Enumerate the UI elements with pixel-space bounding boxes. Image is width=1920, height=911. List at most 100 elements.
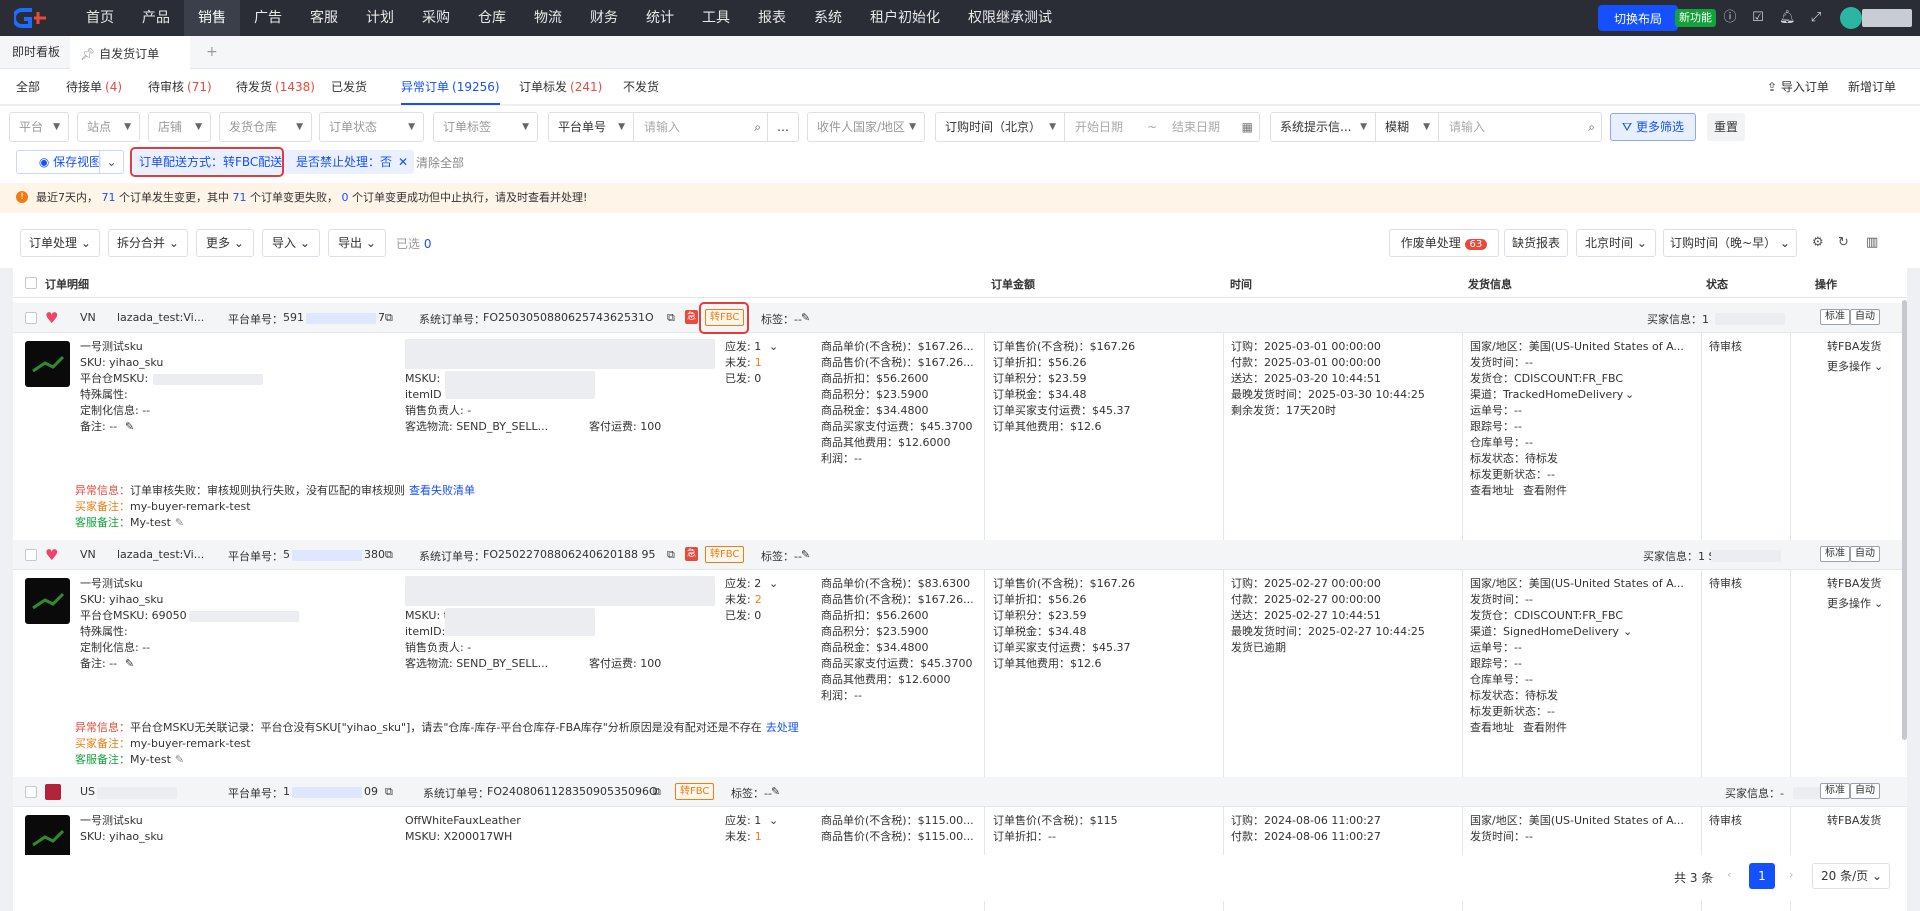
- status-tab-5[interactable]: 异常订单 (19256): [401, 69, 500, 105]
- copy-icon[interactable]: ⧉: [385, 785, 393, 799]
- mark-button[interactable]: 标准: [1820, 309, 1850, 325]
- user-name[interactable]: [1862, 9, 1912, 27]
- product-image[interactable]: [25, 578, 70, 624]
- avatar[interactable]: [1840, 7, 1862, 29]
- save-view-button[interactable]: ◉ 保存视图 ⌄: [16, 150, 124, 174]
- warehouse-select[interactable]: 发货仓库 ▼: [219, 112, 312, 142]
- more-actions-link[interactable]: 更多操作 ⌄: [1827, 359, 1883, 375]
- mark-button[interactable]: 标准: [1820, 783, 1850, 799]
- chevron-down-icon[interactable]: ⌄: [769, 576, 778, 592]
- edit-icon[interactable]: ✎: [771, 785, 780, 798]
- fba-ship-link[interactable]: 转FBA发货: [1827, 339, 1881, 355]
- more-options-button[interactable]: …: [767, 112, 799, 142]
- more-actions-link[interactable]: 更多操作 ⌄: [1827, 596, 1883, 612]
- copy-icon[interactable]: ⧉: [385, 311, 393, 325]
- status-tab-1[interactable]: 待接单 (4): [66, 69, 122, 105]
- order-tag-select[interactable]: 订单标签 ▼: [433, 112, 538, 142]
- nav-item-4[interactable]: 客服: [296, 0, 352, 36]
- nav-item-15[interactable]: 权限继承测试: [954, 0, 1066, 36]
- status-tab-0[interactable]: 全部: [16, 69, 43, 105]
- view-attachment-link[interactable]: 查看附件: [1523, 720, 1567, 736]
- error-link[interactable]: 去处理: [766, 721, 799, 734]
- tab-dashboard[interactable]: 即时看板: [2, 36, 70, 69]
- mark-button[interactable]: 标准: [1820, 546, 1850, 562]
- end-date[interactable]: 结束日期: [1172, 113, 1220, 141]
- prev-page-icon[interactable]: ‹: [1727, 868, 1731, 881]
- chevron-down-icon[interactable]: ⌄: [769, 813, 778, 829]
- view-address-link[interactable]: 查看地址: [1470, 483, 1514, 499]
- nav-item-14[interactable]: 租户初始化: [856, 0, 954, 36]
- task-icon[interactable]: ☑: [1750, 10, 1766, 26]
- auto-button[interactable]: 自动: [1850, 546, 1880, 562]
- search-icon[interactable]: ⌕: [754, 113, 761, 141]
- new-order-button[interactable]: 新增订单: [1848, 69, 1896, 105]
- error-link[interactable]: 查看失败清单: [409, 484, 475, 497]
- more-filter-button[interactable]: ⛛ 更多筛选: [1610, 113, 1696, 141]
- copy-icon[interactable]: ⧉: [667, 311, 675, 325]
- auto-button[interactable]: 自动: [1850, 783, 1880, 799]
- tab-self-ship-orders[interactable]: 📌︎ 自发货订单: [70, 36, 190, 69]
- nav-item-12[interactable]: 报表: [744, 0, 800, 36]
- site-select[interactable]: 站点 ▼: [77, 112, 140, 142]
- keyword-input[interactable]: 请输入 ⌕: [1438, 112, 1602, 142]
- fuzzy-select[interactable]: 模糊 ▼: [1375, 112, 1439, 142]
- nav-item-3[interactable]: 广告: [240, 0, 296, 36]
- clear-all-link[interactable]: 清除全部: [416, 154, 464, 171]
- reset-button[interactable]: 重置: [1707, 113, 1745, 141]
- nav-item-7[interactable]: 仓库: [464, 0, 520, 36]
- alert-count-failed[interactable]: 71: [233, 191, 247, 204]
- close-icon[interactable]: ✕: [398, 150, 408, 174]
- status-tab-6[interactable]: 订单标发 (241): [519, 69, 602, 105]
- auto-button[interactable]: 自动: [1850, 309, 1880, 325]
- info-icon[interactable]: ⓘ: [1722, 10, 1738, 26]
- timezone-select[interactable]: 北京时间 ⌄: [1576, 229, 1656, 257]
- alert-count-aborted[interactable]: 0: [342, 191, 349, 204]
- platform-no-input[interactable]: 请输入 ⌕: [633, 112, 768, 142]
- platform-select[interactable]: 平台 ▼: [9, 112, 69, 142]
- chevron-down-icon[interactable]: ⌄: [99, 151, 123, 173]
- status-tab-4[interactable]: 已发货: [331, 69, 370, 105]
- chevron-down-icon[interactable]: ⌄: [1623, 624, 1632, 640]
- fullscreen-icon[interactable]: ⤢: [1808, 10, 1824, 26]
- refresh-icon[interactable]: ↻: [1838, 235, 1849, 250]
- status-tab-2[interactable]: 待审核 (71): [148, 69, 212, 105]
- export-button[interactable]: 导出 ⌄: [328, 229, 386, 257]
- product-image[interactable]: [25, 341, 70, 387]
- edit-icon[interactable]: ✎: [125, 419, 134, 435]
- import-button[interactable]: 导入 ⌄: [262, 229, 320, 257]
- platform-no-select[interactable]: 平台单号 ▼: [548, 112, 634, 142]
- order-process-button[interactable]: 订单处理 ⌄: [20, 229, 100, 257]
- nav-item-10[interactable]: 统计: [632, 0, 688, 36]
- filter-chip-prohibit[interactable]: 是否禁止处理：否 ✕: [290, 150, 415, 174]
- nav-item-5[interactable]: 计划: [352, 0, 408, 36]
- edit-icon[interactable]: ✎: [175, 516, 184, 529]
- nav-item-2[interactable]: 销售: [184, 0, 240, 36]
- page-size-select[interactable]: 20 条/页 ⌄: [1812, 863, 1890, 889]
- order-checkbox[interactable]: [25, 312, 37, 324]
- nav-item-13[interactable]: 系统: [800, 0, 856, 36]
- nav-item-9[interactable]: 财务: [576, 0, 632, 36]
- start-date[interactable]: 开始日期: [1075, 120, 1123, 134]
- store-select[interactable]: 店铺 ▼: [148, 112, 211, 142]
- order-status-select[interactable]: 订单状态 ▼: [319, 112, 424, 142]
- edit-icon[interactable]: ✎: [125, 656, 134, 672]
- chevron-down-icon[interactable]: ⌄: [769, 339, 778, 355]
- edit-icon[interactable]: ✎: [801, 311, 810, 324]
- nav-item-0[interactable]: 首页: [72, 0, 128, 36]
- shortage-report-button[interactable]: 缺货报表: [1504, 229, 1568, 257]
- platform-no-link[interactable]: 591 7: [283, 311, 385, 324]
- edit-icon[interactable]: ✎: [175, 753, 184, 766]
- nav-item-1[interactable]: 产品: [128, 0, 184, 36]
- split-merge-button[interactable]: 拆分合并 ⌄: [108, 229, 188, 257]
- order-checkbox[interactable]: [25, 549, 37, 561]
- column-layout-icon[interactable]: ▥: [1866, 235, 1878, 250]
- app-logo-icon[interactable]: [14, 6, 58, 30]
- platform-no-link[interactable]: 5 380: [283, 548, 385, 561]
- recipient-country-select[interactable]: 收件人国家/地区 ▼: [807, 112, 925, 142]
- select-all-checkbox[interactable]: [25, 277, 37, 289]
- fba-ship-link[interactable]: 转FBA发货: [1827, 813, 1881, 829]
- order-time-select[interactable]: 订购时间（北京） ▼: [935, 112, 1065, 142]
- status-tab-7[interactable]: 不发货: [623, 69, 662, 105]
- view-address-link[interactable]: 查看地址: [1470, 720, 1514, 736]
- view-attachment-link[interactable]: 查看附件: [1523, 483, 1567, 499]
